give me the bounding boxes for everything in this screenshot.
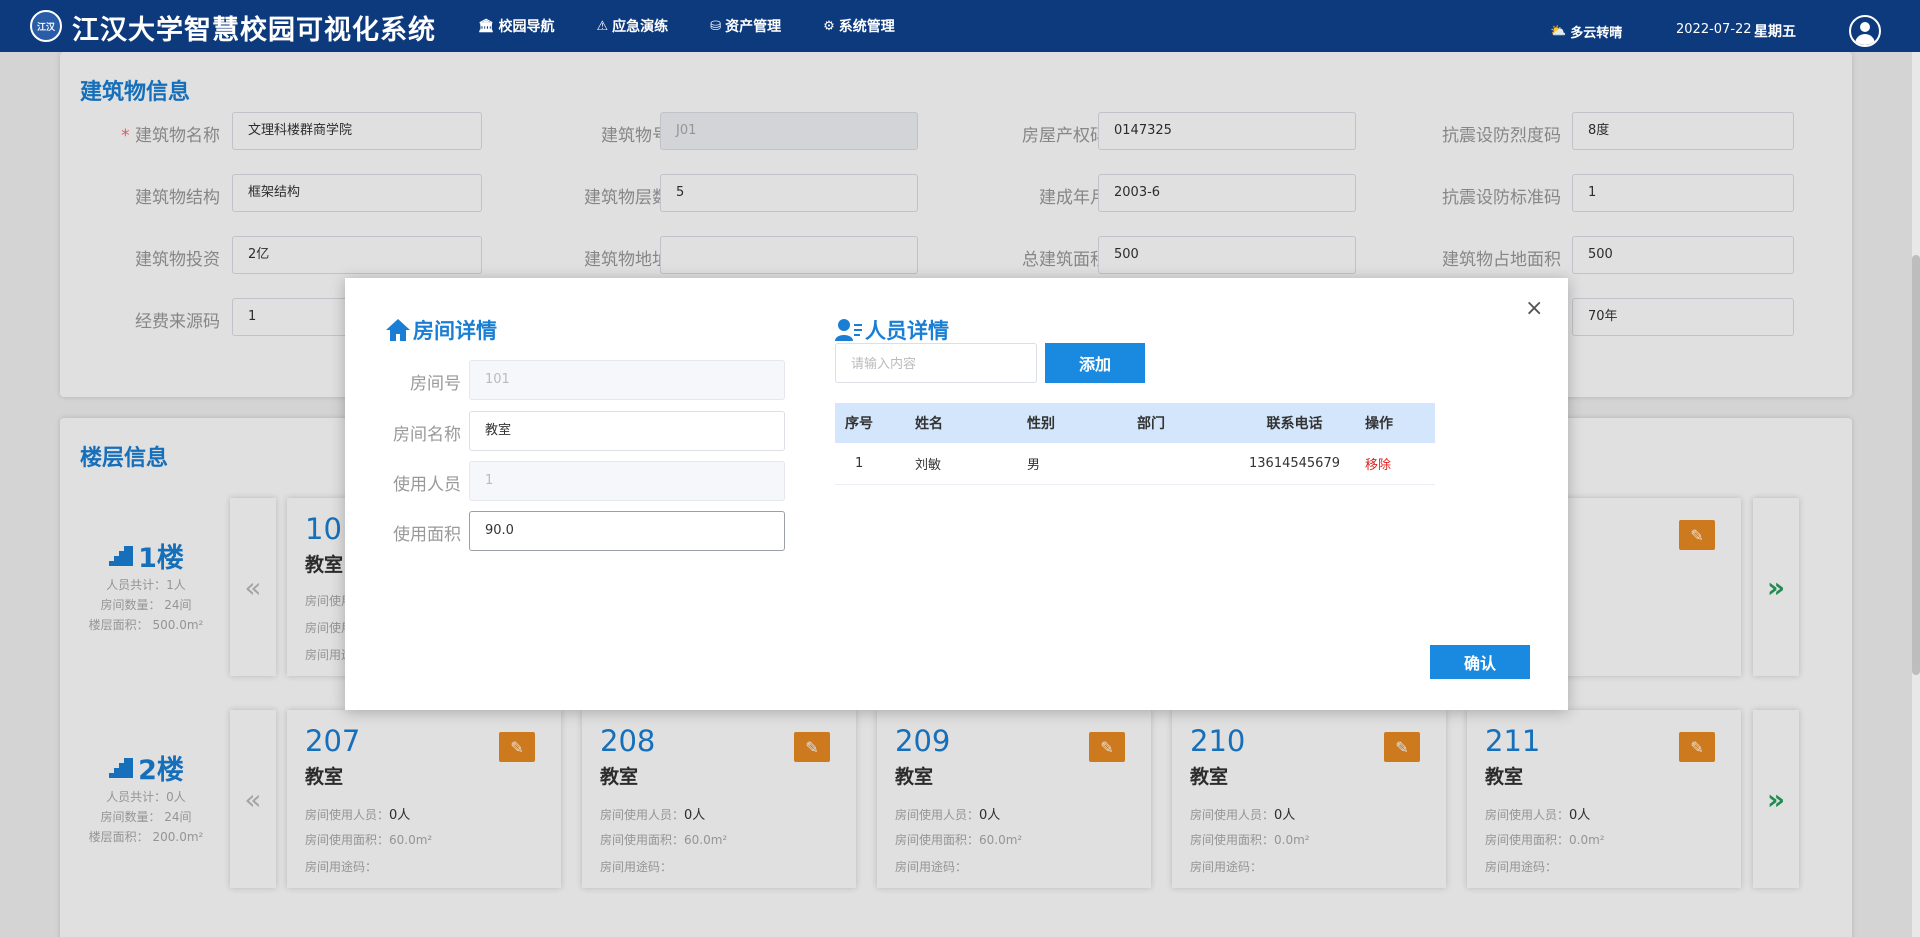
room-field-label: 使用人员 (393, 475, 461, 495)
nav-label: 资产管理 (725, 19, 782, 35)
user-avatar-icon[interactable] (1849, 15, 1881, 47)
room-field-label: 房间名称 (393, 425, 461, 445)
main-nav: 🏛 校园导航 ⚠ 应急演练 ⛁ 资产管理 ⚙ 系统管理 (478, 0, 937, 52)
room-detail-heading: 房间详情 (385, 315, 497, 345)
person-search-input[interactable] (835, 343, 1037, 383)
people-detail-heading: 人员详情 (835, 315, 949, 345)
gear-icon: ⚙ (823, 18, 835, 34)
cell-name: 刘敏 (915, 458, 942, 473)
room-field-label: 使用面积 (393, 525, 461, 545)
column-header: 操作 (1365, 416, 1393, 432)
scrollbar-thumb[interactable] (1912, 255, 1920, 675)
room-detail-dialog: × 房间详情 房间号 101 房间名称教室使用人员 1 使用面积 90.0 人员详情 添加… (345, 278, 1568, 710)
table-row: 1 刘敏 男 13614545679 移除 (835, 443, 1435, 485)
room-field-input[interactable]: 101 (469, 360, 785, 400)
top-bar: 江汉 江汉大学智慧校园可视化系统 🏛 校园导航 ⚠ 应急演练 ⛁ 资产管理 ⚙ 系统管理… (0, 0, 1920, 52)
add-person-button[interactable]: 添加 (1045, 343, 1145, 383)
column-header: 联系电话 (1266, 416, 1323, 432)
column-header: 部门 (1137, 416, 1165, 432)
home-icon (386, 319, 410, 341)
room-field-input[interactable]: 教室 (469, 411, 785, 451)
campus-icon: 🏛 (478, 18, 495, 34)
room-field-label: 房间号 (410, 374, 461, 394)
nav-label: 系统管理 (838, 19, 895, 35)
nav-system-management[interactable]: ⚙ 系统管理 (823, 16, 895, 36)
column-header: 性别 (1027, 416, 1055, 432)
people-detail-title: 人员详情 (865, 319, 949, 343)
weather: ⛅ 多云转晴 (1550, 22, 1622, 41)
confirm-button[interactable]: 确认 (1430, 645, 1530, 679)
column-header: 序号 (845, 416, 873, 432)
nav-label: 应急演练 (612, 19, 669, 35)
nav-asset-management[interactable]: ⛁ 资产管理 (710, 16, 781, 36)
cell-phone: 13614545679 (1249, 456, 1340, 471)
cell-no: 1 (855, 456, 864, 471)
drill-icon: ⚠ (596, 18, 609, 34)
cell-gender: 男 (1027, 458, 1041, 473)
nav-label: 校园导航 (498, 19, 555, 35)
room-field-input[interactable]: 90.0 (469, 511, 785, 551)
room-detail-title: 房间详情 (413, 319, 497, 343)
people-table: 序号 姓名 性别 部门 联系电话 操作 1 刘敏 男 13614545679 移… (835, 403, 1435, 485)
weather-text: 多云转晴 (1570, 26, 1623, 41)
table-header: 序号 姓名 性别 部门 联系电话 操作 (835, 403, 1435, 443)
nav-campus[interactable]: 🏛 校园导航 (478, 16, 555, 36)
nav-emergency-drill[interactable]: ⚠ 应急演练 (597, 16, 669, 36)
room-field-input[interactable]: 1 (469, 461, 785, 501)
weather-icon: ⛅ (1550, 24, 1567, 39)
app-title: 江汉大学智慧校园可视化系统 (72, 15, 436, 46)
database-icon: ⛁ (710, 18, 722, 34)
column-header: 姓名 (915, 416, 943, 432)
university-logo: 江汉 (30, 10, 62, 42)
weekday: 星期五 (1754, 24, 1796, 40)
date: 2022-07-22 (1676, 22, 1752, 37)
remove-person-link[interactable]: 移除 (1365, 458, 1391, 473)
close-icon[interactable]: × (1525, 296, 1543, 321)
logo-text: 江汉 (36, 22, 55, 33)
user-list-icon (835, 319, 862, 341)
